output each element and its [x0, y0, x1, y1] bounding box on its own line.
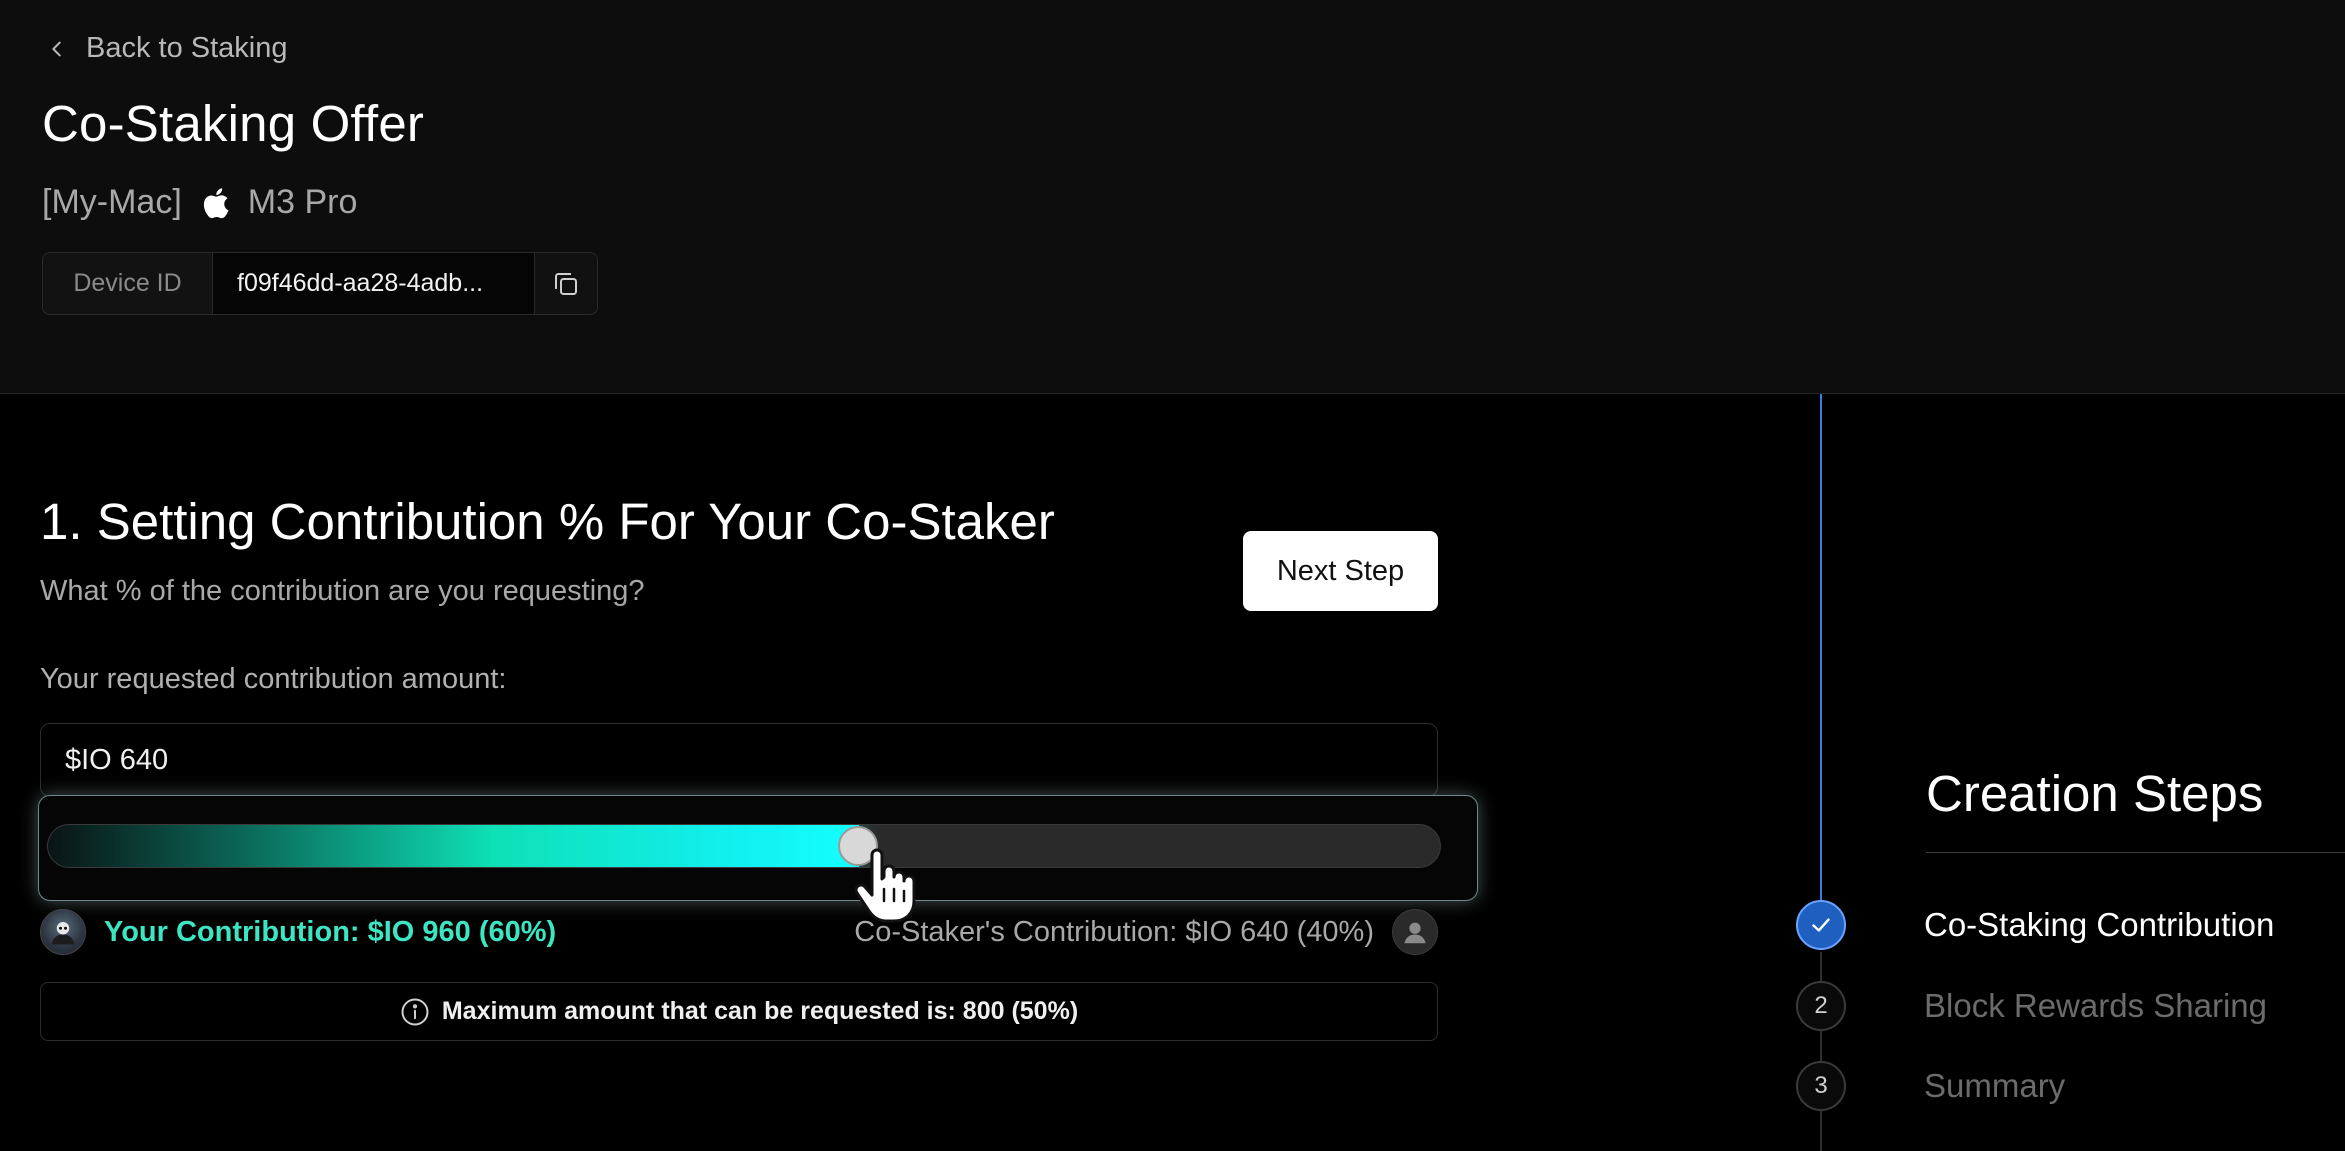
amount-label: Your requested contribution amount: [40, 663, 507, 695]
user-avatar [40, 909, 86, 955]
device-id-label: Device ID [43, 253, 213, 314]
step-check-marker [1796, 900, 1846, 950]
apple-icon [203, 187, 229, 218]
costaker-contribution-row: Co-Staker's Contribution: $IO 640 (40%) [854, 909, 1438, 955]
step-number-marker: 2 [1796, 981, 1846, 1031]
copy-device-id-button[interactable] [535, 253, 597, 314]
contribution-amount-input[interactable] [40, 723, 1438, 797]
device-id-value: f09f46dd-aa28-4adb... [213, 253, 535, 314]
chip-name: M3 Pro [247, 183, 358, 221]
contribution-slider-container [38, 795, 1478, 901]
section-title: 1. Setting Contribution % For Your Co-St… [40, 493, 1055, 550]
info-icon [401, 998, 429, 1025]
next-step-button[interactable]: Next Step [1243, 531, 1438, 611]
step-summary[interactable]: 3 Summary [1796, 1061, 2065, 1111]
back-link-label: Back to Staking [86, 32, 288, 64]
your-contribution-text: Your Contribution: $IO 960 (60%) [104, 915, 557, 948]
step-label: Co-Staking Contribution [1924, 906, 2275, 943]
step-co-staking-contribution[interactable]: Co-Staking Contribution [1796, 900, 2274, 950]
back-to-staking-link[interactable]: Back to Staking [46, 32, 288, 65]
costaker-contribution-text: Co-Staker's Contribution: $IO 640 (40%) [854, 915, 1374, 948]
avatar-icon [51, 922, 75, 945]
section-subtitle: What % of the contribution are you reque… [40, 575, 645, 607]
max-amount-text: Maximum amount that can be requested is:… [441, 997, 1079, 1025]
device-info: [My-Mac] M3 Pro [42, 183, 357, 222]
contribution-slider-track[interactable] [47, 824, 1441, 868]
step-label: Summary [1924, 1067, 2066, 1104]
steps-progress-line-completed [1820, 394, 1822, 922]
device-id-box: Device ID f09f46dd-aa28-4adb... [42, 252, 598, 315]
max-amount-info: Maximum amount that can be requested is:… [40, 982, 1438, 1041]
creation-steps-title: Creation Steps [1926, 765, 2264, 822]
step-block-rewards-sharing[interactable]: 2 Block Rewards Sharing [1796, 981, 2267, 1031]
page-title: Co-Staking Offer [42, 95, 425, 152]
chevron-left-icon [52, 41, 61, 56]
user-icon [1404, 922, 1426, 944]
step-label: Block Rewards Sharing [1924, 987, 2267, 1024]
step-number-marker: 3 [1796, 1061, 1846, 1111]
your-contribution-row: Your Contribution: $IO 960 (60%) [40, 909, 556, 955]
page-header: Back to Staking Co-Staking Offer [My-Mac… [0, 0, 2345, 394]
device-name: [My-Mac] [42, 183, 182, 221]
contribution-slider-fill [48, 825, 859, 867]
steps-divider [1926, 852, 2345, 853]
copy-icon [555, 272, 577, 295]
check-icon [1812, 918, 1830, 932]
costaker-avatar [1392, 909, 1438, 955]
